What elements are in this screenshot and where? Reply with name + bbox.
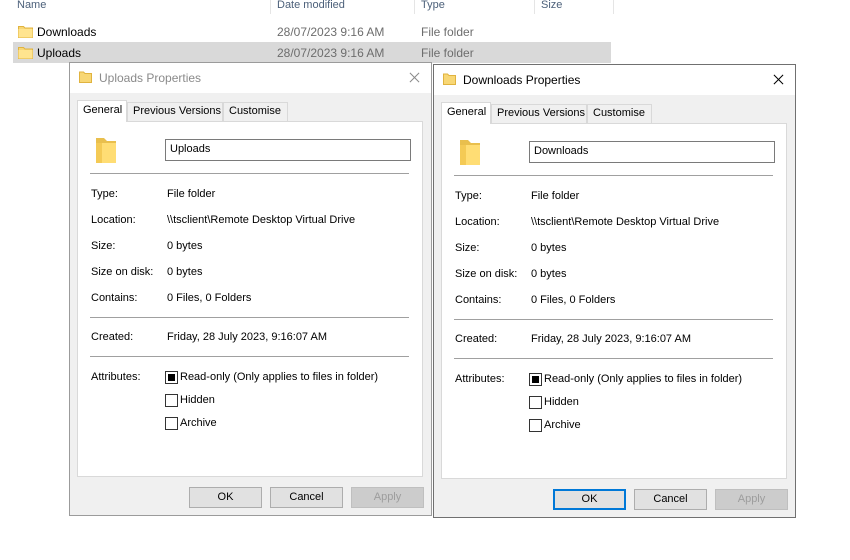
size-on-disk-value: 0 bytes — [167, 266, 203, 278]
size-label: Size: — [91, 240, 116, 252]
general-panel: Uploads Type: File folder Location: \\ts… — [77, 121, 423, 477]
readonly-label[interactable]: Read-only (Only applies to files in fold… — [544, 373, 742, 385]
type-value: File folder — [167, 188, 216, 200]
column-separator[interactable] — [613, 0, 614, 14]
type-value: File folder — [531, 190, 580, 202]
column-header-size[interactable]: Size — [541, 0, 562, 14]
folder-name-field[interactable]: Uploads — [165, 139, 411, 161]
size-on-disk-label: Size on disk: — [91, 266, 154, 278]
readonly-label[interactable]: Read-only (Only applies to files in fold… — [180, 371, 378, 383]
contains-value: 0 Files, 0 Folders — [531, 294, 616, 306]
tab-previous-versions[interactable]: Previous Versions — [127, 102, 223, 121]
folder-icon — [443, 73, 456, 85]
archive-label[interactable]: Archive — [544, 419, 581, 431]
attributes-label: Attributes: — [91, 371, 141, 383]
divider — [454, 358, 773, 359]
tab-previous-versions[interactable]: Previous Versions — [491, 104, 587, 123]
file-name: Downloads — [37, 25, 97, 39]
hidden-checkbox[interactable] — [165, 394, 178, 407]
cancel-button[interactable]: Cancel — [634, 489, 707, 510]
divider — [454, 319, 773, 320]
dialog-title: Downloads Properties — [463, 73, 581, 87]
divider — [90, 317, 409, 318]
folder-name-field[interactable]: Downloads — [529, 141, 775, 163]
tab-customise[interactable]: Customise — [587, 104, 652, 123]
tab-general[interactable]: General — [441, 102, 491, 124]
archive-label[interactable]: Archive — [180, 417, 217, 429]
close-icon[interactable] — [761, 65, 795, 95]
archive-checkbox[interactable] — [529, 419, 542, 432]
size-on-disk-label: Size on disk: — [455, 268, 518, 280]
location-label: Location: — [91, 214, 136, 226]
folder-icon — [460, 140, 480, 165]
hidden-label[interactable]: Hidden — [544, 396, 579, 408]
type-label: Type: — [455, 190, 482, 202]
archive-checkbox[interactable] — [165, 417, 178, 430]
column-separator[interactable] — [270, 0, 271, 14]
tab-customise[interactable]: Customise — [223, 102, 288, 121]
hidden-label[interactable]: Hidden — [180, 394, 215, 406]
column-header-date-modified[interactable]: Date modified — [277, 0, 345, 14]
size-value: 0 bytes — [531, 242, 567, 254]
column-header-type[interactable]: Type — [421, 0, 445, 14]
dialog-title: Uploads Properties — [99, 71, 202, 85]
attributes-label: Attributes: — [455, 373, 505, 385]
size-label: Size: — [455, 242, 480, 254]
downloads-properties-dialog: Downloads Properties General Previous Ve… — [433, 64, 796, 518]
file-type: File folder — [421, 46, 474, 60]
divider — [90, 173, 409, 174]
folder-icon — [18, 26, 33, 38]
general-panel: Downloads Type: File folder Location: \\… — [441, 123, 787, 479]
location-value: \\tsclient\Remote Desktop Virtual Drive — [531, 216, 720, 228]
file-date-modified: 28/07/2023 9:16 AM — [277, 46, 385, 60]
created-value: Friday, 28 July 2023, 9:16:07 AM — [531, 333, 691, 345]
contains-label: Contains: — [91, 292, 138, 304]
ok-button[interactable]: OK — [189, 487, 262, 508]
folder-icon — [96, 138, 116, 163]
size-on-disk-value: 0 bytes — [531, 268, 567, 280]
close-icon[interactable] — [397, 63, 431, 93]
file-type: File folder — [421, 25, 474, 39]
column-separator[interactable] — [534, 0, 535, 14]
title-bar[interactable]: Uploads Properties — [70, 63, 431, 93]
file-date-modified: 28/07/2023 9:16 AM — [277, 25, 385, 39]
readonly-checkbox[interactable] — [165, 371, 178, 384]
column-header-name[interactable]: Name — [17, 0, 46, 14]
ok-button[interactable]: OK — [553, 489, 626, 510]
title-bar[interactable]: Downloads Properties — [434, 65, 795, 95]
file-row-downloads[interactable]: Downloads 28/07/2023 9:16 AM File folder — [13, 21, 611, 42]
hidden-checkbox[interactable] — [529, 396, 542, 409]
tab-general[interactable]: General — [77, 100, 127, 122]
location-value: \\tsclient\Remote Desktop Virtual Drive — [167, 214, 356, 226]
created-label: Created: — [455, 333, 498, 345]
apply-button[interactable]: Apply — [351, 487, 424, 508]
column-separator[interactable] — [414, 0, 415, 14]
contains-value: 0 Files, 0 Folders — [167, 292, 252, 304]
folder-icon — [18, 47, 33, 59]
created-value: Friday, 28 July 2023, 9:16:07 AM — [167, 331, 327, 343]
created-label: Created: — [91, 331, 134, 343]
size-value: 0 bytes — [167, 240, 203, 252]
contains-label: Contains: — [455, 294, 502, 306]
folder-icon — [79, 71, 92, 83]
file-row-uploads[interactable]: Uploads 28/07/2023 9:16 AM File folder — [13, 42, 611, 63]
uploads-properties-dialog: Uploads Properties General Previous Vers… — [69, 62, 432, 516]
file-name: Uploads — [37, 46, 82, 60]
divider — [90, 356, 409, 357]
apply-button[interactable]: Apply — [715, 489, 788, 510]
cancel-button[interactable]: Cancel — [270, 487, 343, 508]
divider — [454, 175, 773, 176]
type-label: Type: — [91, 188, 118, 200]
readonly-checkbox[interactable] — [529, 373, 542, 386]
location-label: Location: — [455, 216, 500, 228]
